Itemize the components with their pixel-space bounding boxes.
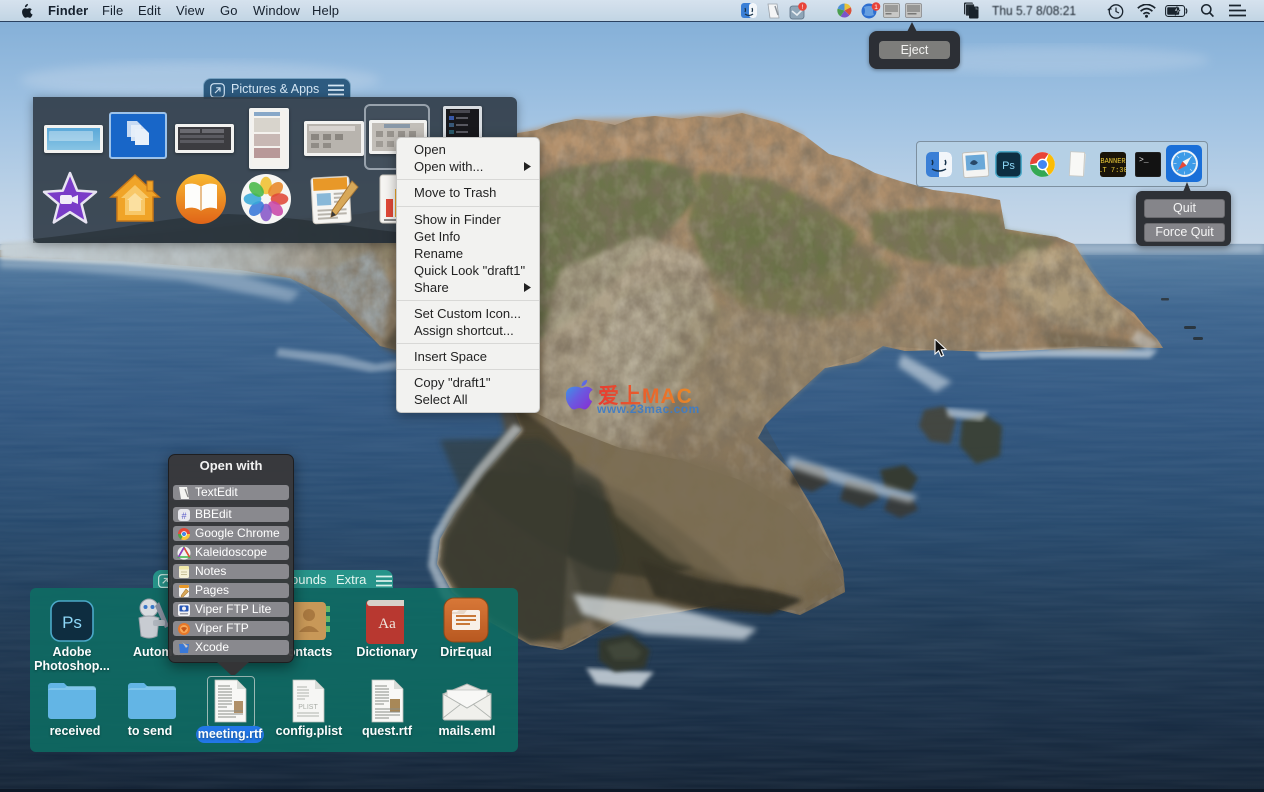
svg-text:>_: >_ — [1139, 156, 1149, 165]
svg-text:BANNER: BANNER — [1100, 158, 1126, 166]
svg-text:LT 7:30: LT 7:30 — [1100, 167, 1126, 175]
svg-text:Ps: Ps — [1002, 160, 1015, 172]
svg-text:Aa: Aa — [378, 616, 396, 632]
svg-text:#: # — [181, 511, 186, 521]
svg-text:1: 1 — [874, 4, 878, 11]
svg-text:PLIST: PLIST — [298, 704, 318, 711]
svg-text:Ps: Ps — [62, 613, 82, 632]
svg-text:!: ! — [802, 4, 804, 11]
